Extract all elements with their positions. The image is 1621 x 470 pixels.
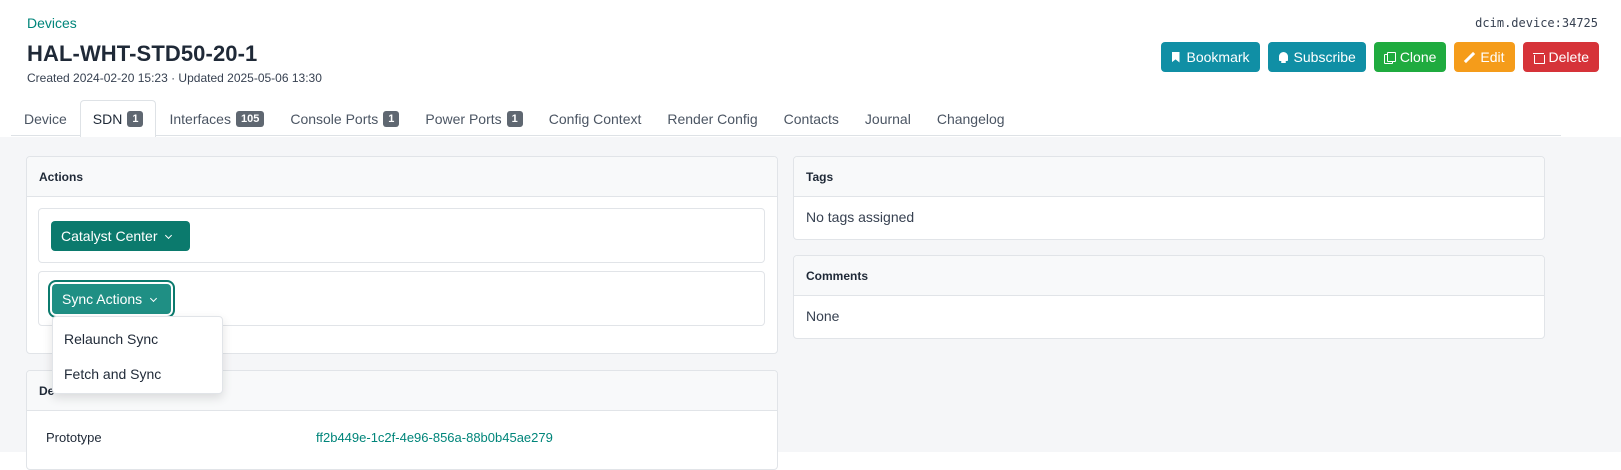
- count-badge: 1: [506, 110, 523, 127]
- delete-label: Delete: [1548, 49, 1589, 65]
- clone-button[interactable]: Clone: [1373, 42, 1447, 72]
- bell-icon: [1278, 51, 1289, 63]
- sync-actions-menu: Relaunch Sync Fetch and Sync: [52, 316, 223, 394]
- tab-label: SDN: [92, 111, 123, 127]
- tab-label: Power Ports: [425, 110, 502, 127]
- chevron-down-icon: [165, 233, 172, 240]
- tab-changelog[interactable]: Changelog: [924, 100, 1018, 136]
- tags-empty-text: No tags assigned: [806, 209, 915, 225]
- tab-label: Device: [24, 110, 67, 127]
- card-header: Comments: [794, 256, 1544, 296]
- tab-interfaces[interactable]: Interfaces 105: [156, 100, 277, 136]
- subscribe-button[interactable]: Subscribe: [1267, 42, 1366, 72]
- tab-sdn[interactable]: SDN 1: [79, 100, 157, 137]
- tab-render-config[interactable]: Render Config: [654, 100, 770, 136]
- dropdown-label: Sync Actions: [62, 291, 143, 307]
- page-title: HAL-WHT-STD50-20-1: [27, 41, 258, 66]
- comments-text: None: [806, 308, 840, 324]
- edit-label: Edit: [1480, 49, 1505, 65]
- count-badge: 105: [235, 110, 265, 127]
- comments-card: Comments None: [793, 255, 1545, 339]
- created-updated-meta: Created 2024-02-20 15:23 · Updated 2025-…: [27, 71, 322, 85]
- clone-label: Clone: [1399, 49, 1437, 65]
- tab-journal[interactable]: Journal: [852, 100, 924, 136]
- count-badge: 1: [127, 111, 144, 127]
- catalyst-center-dropdown[interactable]: Catalyst Center: [51, 221, 190, 251]
- bookmark-button[interactable]: Bookmark: [1160, 42, 1260, 72]
- tab-label: Journal: [864, 110, 911, 127]
- tab-config-context[interactable]: Config Context: [536, 100, 655, 136]
- tags-card: Tags No tags assigned: [793, 156, 1545, 240]
- trash-icon: [1532, 52, 1545, 64]
- subscribe-label: Subscribe: [1293, 49, 1356, 65]
- prototype-label: Prototype: [46, 430, 102, 445]
- tab-label: Config Context: [548, 110, 642, 127]
- chevron-down-icon: [150, 296, 157, 303]
- bookmark-icon: [1171, 52, 1182, 63]
- dropdown-label: Catalyst Center: [61, 228, 158, 244]
- tab-power-ports[interactable]: Power Ports 1: [412, 100, 535, 136]
- tab-label: Console Ports: [290, 110, 379, 127]
- tab-label: Contacts: [783, 110, 839, 127]
- object-id: dcim.device:34725: [1475, 16, 1598, 30]
- card-header: Tags: [794, 157, 1544, 197]
- tab-label: Changelog: [936, 110, 1005, 127]
- device-tabs: Device SDN 1 Interfaces 105 Console Port…: [11, 100, 1561, 137]
- tab-console-ports[interactable]: Console Ports 1: [277, 100, 412, 136]
- sync-actions-dropdown[interactable]: Sync Actions: [52, 284, 171, 314]
- delete-button[interactable]: Delete: [1522, 42, 1599, 72]
- tab-device[interactable]: Device: [11, 100, 80, 136]
- tab-label: Interfaces: [169, 110, 231, 127]
- edit-button[interactable]: Edit: [1454, 42, 1515, 72]
- menu-item-relaunch-sync[interactable]: Relaunch Sync: [53, 321, 222, 356]
- bookmark-label: Bookmark: [1186, 49, 1250, 65]
- tab-contacts[interactable]: Contacts: [771, 100, 852, 136]
- tab-label: Render Config: [667, 110, 758, 127]
- clone-icon: [1383, 51, 1396, 64]
- count-badge: 1: [383, 110, 400, 127]
- prototype-link[interactable]: ff2b449e-1c2f-4e96-856a-88b0b45ae279: [316, 430, 553, 445]
- menu-item-fetch-and-sync[interactable]: Fetch and Sync: [53, 356, 222, 391]
- pencil-icon: [1464, 52, 1475, 63]
- breadcrumb-devices[interactable]: Devices: [27, 15, 77, 31]
- card-header: Actions: [27, 157, 777, 197]
- header-actions: Bookmark Subscribe Clone Edit Delete: [1160, 42, 1599, 72]
